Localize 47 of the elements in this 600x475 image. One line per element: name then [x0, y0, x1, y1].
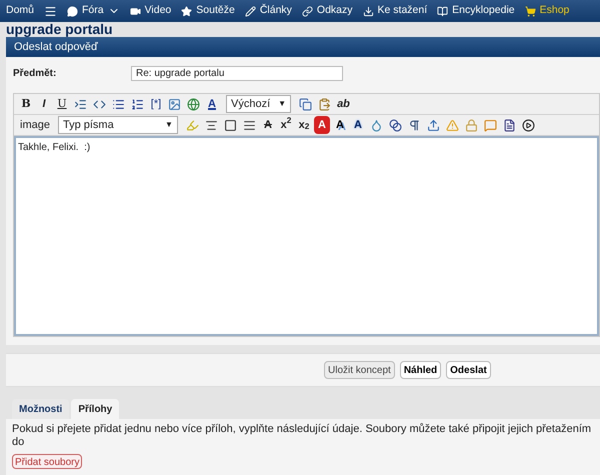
- speech-bubble-icon: [67, 6, 78, 16]
- script-button[interactable]: x$_{2}$: [296, 116, 312, 134]
- menu-icon[interactable]: [44, 4, 58, 18]
- star-icon: [181, 6, 192, 16]
- nav-link[interactable]: Video: [130, 3, 172, 19]
- bold-button[interactable]: B: [18, 95, 34, 113]
- download-icon: [362, 6, 374, 16]
- cart-icon: [524, 6, 536, 16]
- nav-link[interactable]: Soutěže: [181, 3, 235, 19]
- nav-link[interactable]: Odkazy: [302, 3, 353, 19]
- shadow-letter-button[interactable]: A: [332, 116, 348, 134]
- dropdown[interactable]: Typ písma ▼: [58, 116, 178, 134]
- submit-button[interactable]: Odeslat: [446, 361, 491, 379]
- nav-link[interactable]: Články: [244, 3, 292, 19]
- nav-link[interactable]: Ke stažení: [362, 3, 428, 19]
- nav-link[interactable]: Fóra: [67, 3, 120, 19]
- glow-letter-button[interactable]: A: [350, 116, 366, 134]
- submit-button[interactable]: Náhled: [400, 361, 442, 379]
- caret-icon: ▼: [165, 119, 173, 131]
- caret-icon: ▼: [278, 98, 286, 110]
- underline-button[interactable]: U: [54, 95, 70, 113]
- tab[interactable]: Možnosti: [12, 399, 70, 419]
- attachments-text: Pokud si přejete přidat jednu nebo více příloh, vyplňte následující údaje. Soubory můžete také připojit jejich přetažením do: [12, 423, 592, 449]
- image-button[interactable]: image: [18, 116, 52, 134]
- link-icon: [302, 6, 313, 16]
- subject-label: Předmět:: [13, 66, 58, 80]
- filled-letter-button[interactable]: A: [314, 116, 330, 134]
- strikethrough-button[interactable]: A: [260, 116, 276, 134]
- nav-link[interactable]: Domů: [6, 3, 34, 19]
- nav-link[interactable]: Encyklopedie: [437, 3, 515, 19]
- italic-button[interactable]: ab: [335, 95, 352, 113]
- page-title: upgrade portalu: [6, 22, 113, 36]
- dropdown[interactable]: Výchozí ▼: [226, 95, 292, 113]
- add-files-button[interactable]: Přidat soubory: [12, 454, 82, 469]
- italic-button[interactable]: I: [36, 95, 52, 113]
- script-button[interactable]: x$^{2}$: [278, 116, 294, 134]
- font-color-button[interactable]: A: [204, 95, 220, 113]
- nav-link[interactable]: Eshop: [524, 3, 570, 19]
- draft-button[interactable]: Uložit koncept: [324, 361, 395, 379]
- panel-header: Odeslat odpověď: [6, 37, 600, 57]
- subject-field[interactable]: Re: upgrade portalu: [131, 66, 343, 80]
- tag-button[interactable]: [*]: [148, 95, 164, 113]
- tab[interactable]: Přílohy: [71, 399, 120, 419]
- message-field[interactable]: Takhle, Felixi. :): [14, 136, 599, 336]
- book-icon: [437, 6, 448, 16]
- pencil-icon: [244, 6, 256, 16]
- video-camera-icon: [130, 6, 141, 16]
